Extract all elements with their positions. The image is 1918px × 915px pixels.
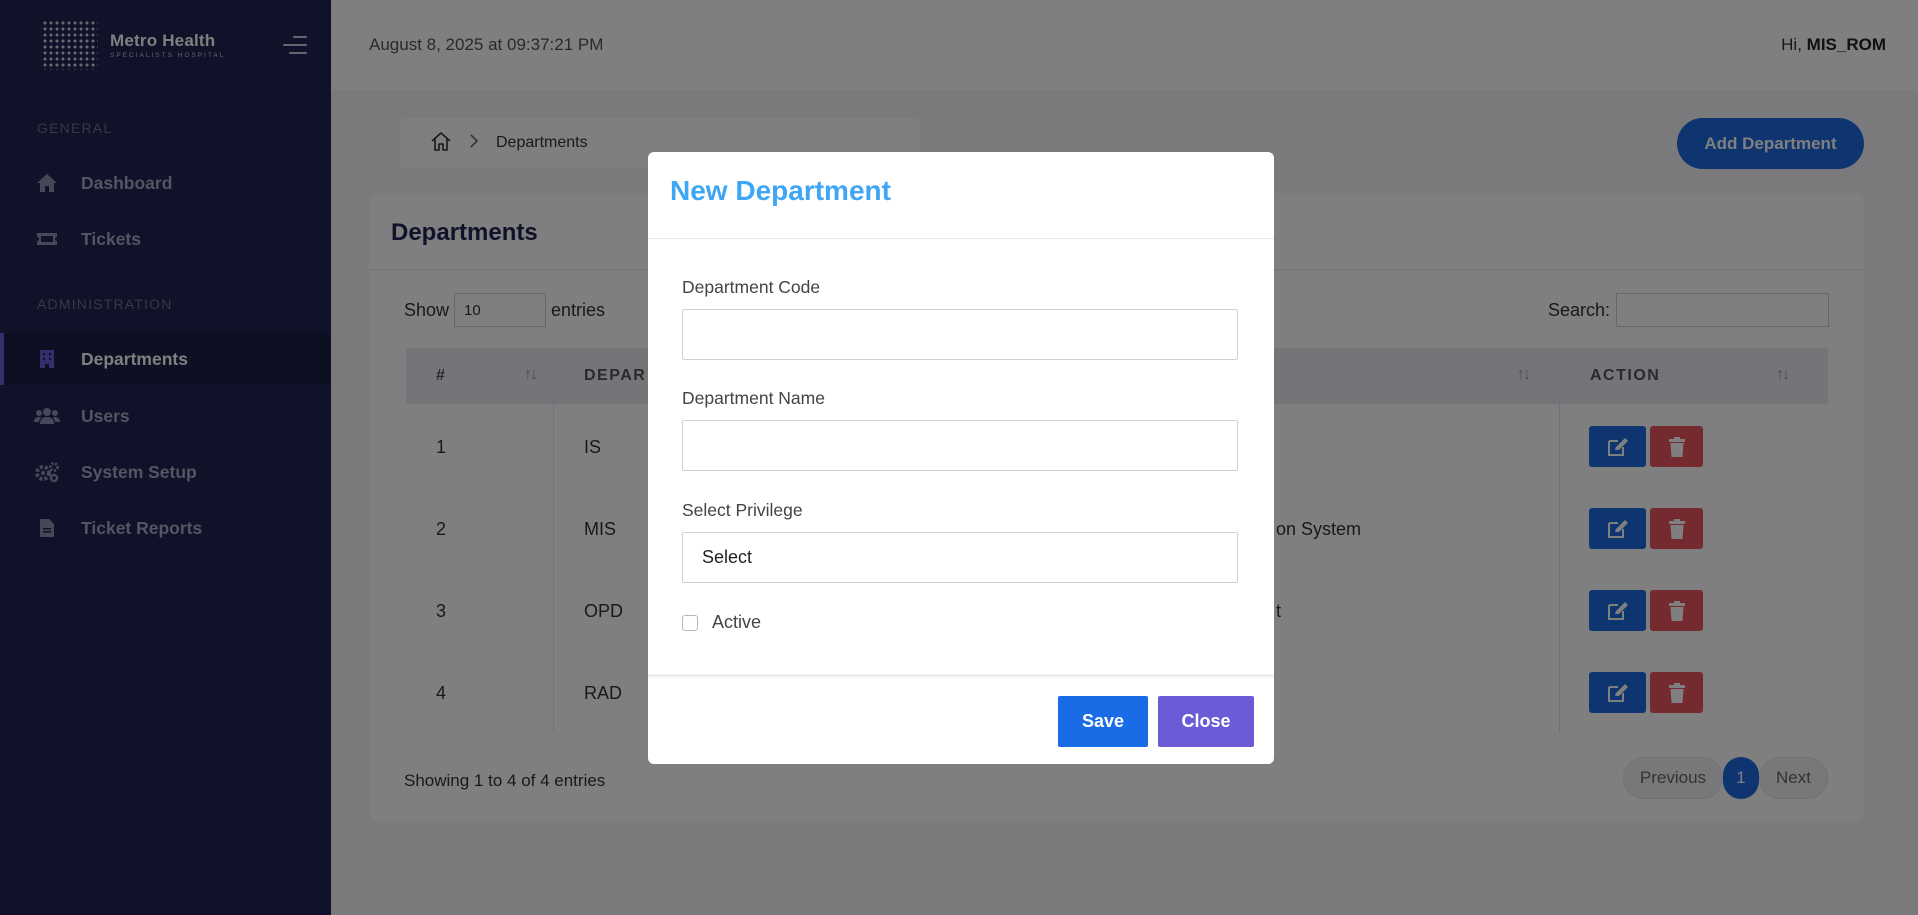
- active-checkbox[interactable]: [682, 614, 698, 631]
- department-name-label: Department Name: [682, 388, 825, 408]
- modal-footer-divider: [648, 675, 1274, 676]
- privilege-select[interactable]: Select: [682, 532, 1238, 583]
- save-button[interactable]: Save: [1058, 696, 1148, 747]
- privilege-label: Select Privilege: [682, 500, 803, 520]
- new-department-modal: New Department Department Code Departmen…: [648, 152, 1274, 764]
- privilege-selected-value: Select: [702, 547, 753, 567]
- active-label: Active: [712, 612, 762, 632]
- close-button[interactable]: Close: [1158, 696, 1254, 747]
- department-code-input[interactable]: [682, 309, 1238, 360]
- department-code-label: Department Code: [682, 277, 821, 297]
- department-name-input[interactable]: [682, 420, 1238, 471]
- modal-title: New Department: [670, 175, 891, 206]
- modal-divider: [648, 238, 1274, 239]
- active-checkbox-group[interactable]: Active: [682, 612, 761, 633]
